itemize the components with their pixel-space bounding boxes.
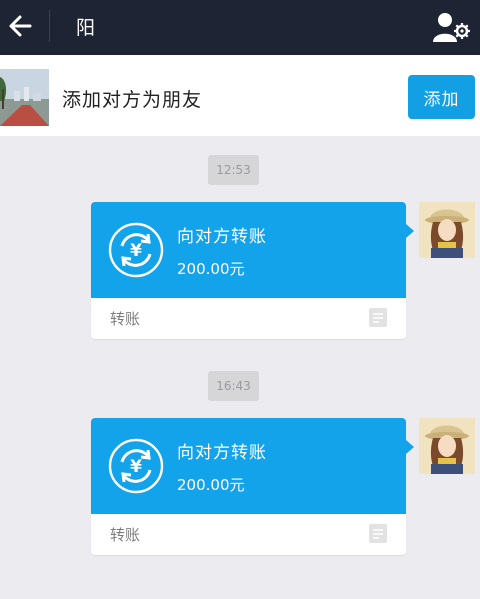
transfer-card-header: ¥ 向对方转账 200.00元 xyxy=(91,418,406,514)
contact-avatar[interactable] xyxy=(0,69,49,126)
header-divider xyxy=(49,10,50,42)
transfer-title: 向对方转账 xyxy=(177,443,267,463)
transfer-footer-label: 转账 xyxy=(110,526,141,544)
contact-info-button[interactable] xyxy=(432,10,472,44)
transfer-card-header: ¥ 向对方转账 200.00元 xyxy=(91,202,406,298)
sender-avatar[interactable] xyxy=(419,202,475,258)
transfer-message-card[interactable]: ¥ 向对方转账 200.00元 转账 xyxy=(91,418,414,555)
transfer-amount: 200.00元 xyxy=(177,260,245,278)
bubble-tail xyxy=(406,224,414,238)
contact-settings-icon xyxy=(433,13,470,42)
add-friend-button[interactable]: 添加 xyxy=(408,75,475,119)
sender-avatar[interactable] xyxy=(419,418,475,474)
transfer-message-card[interactable]: ¥ 向对方转账 200.00元 转账 xyxy=(91,202,414,339)
svg-text:¥: ¥ xyxy=(130,241,142,261)
yen-transfer-icon: ¥ xyxy=(108,438,164,494)
bubble-tail xyxy=(406,440,414,454)
yen-transfer-icon: ¥ xyxy=(108,222,164,278)
back-button[interactable] xyxy=(4,8,38,44)
document-icon xyxy=(369,524,387,543)
transfer-amount: 200.00元 xyxy=(177,476,245,494)
transfer-title: 向对方转账 xyxy=(177,227,267,247)
add-friend-bar: 添加对方为朋友 添加 xyxy=(0,55,480,136)
timestamp-badge: 12:53 xyxy=(208,155,259,185)
transfer-footer-label: 转账 xyxy=(110,310,141,328)
timestamp-badge: 16:43 xyxy=(208,371,259,401)
back-arrow-icon xyxy=(9,15,32,37)
svg-text:¥: ¥ xyxy=(130,457,142,477)
top-navigation-bar: 阳 xyxy=(0,0,480,55)
add-friend-prompt: 添加对方为朋友 xyxy=(62,89,203,111)
document-icon xyxy=(369,308,387,327)
chat-title: 阳 xyxy=(76,17,96,39)
